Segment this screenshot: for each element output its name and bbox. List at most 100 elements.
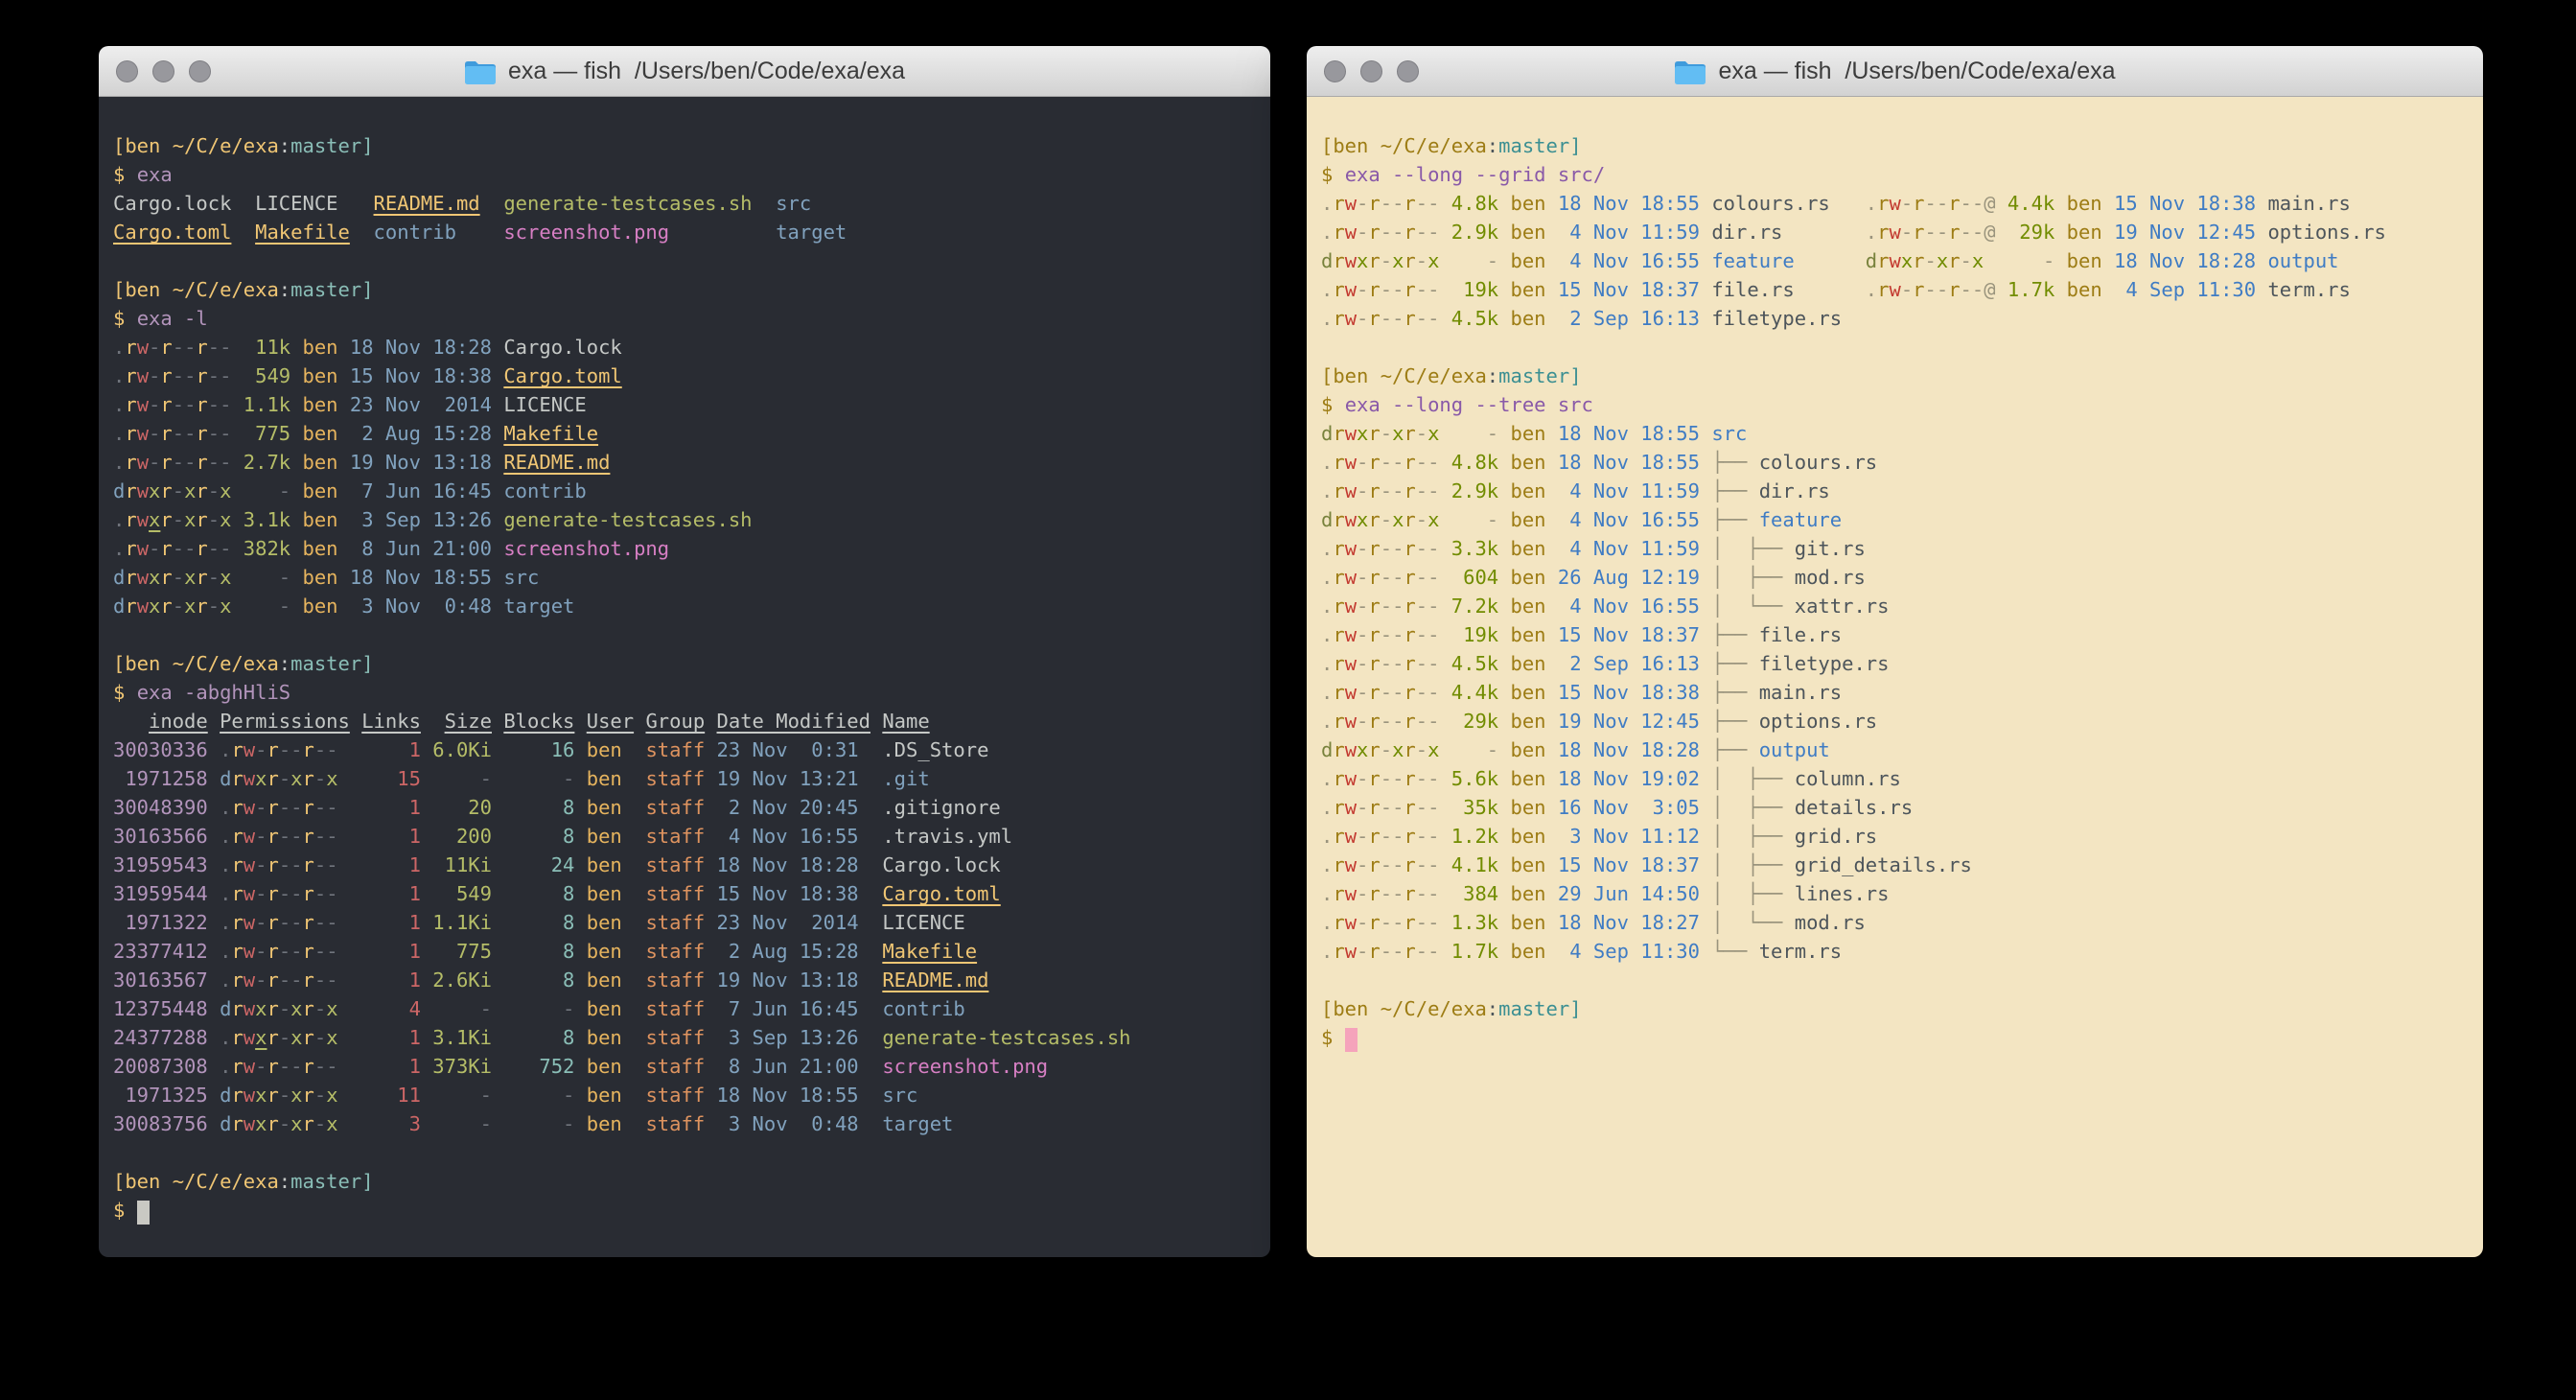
perm-char: - xyxy=(255,796,267,819)
perm-char: w xyxy=(137,336,149,359)
terminal-text xyxy=(705,796,716,819)
permission-bits: drwxr-xr-x xyxy=(1866,249,1984,272)
perm-char: - xyxy=(255,853,267,876)
terminal-text: 30030336 xyxy=(113,738,208,761)
perm-char: . xyxy=(113,508,125,531)
perm-char: - xyxy=(173,336,184,359)
zoom-button[interactable] xyxy=(189,60,211,82)
perm-char: r xyxy=(1368,652,1380,675)
perm-char: x xyxy=(290,997,302,1020)
terminal-text xyxy=(338,595,350,618)
terminal-text: 1 xyxy=(361,911,421,934)
perm-char: w xyxy=(1345,595,1357,618)
terminal-text: $ xyxy=(113,307,137,330)
terminal-text xyxy=(1700,249,1711,272)
terminal-text: │ └── xyxy=(1711,911,1794,934)
minimize-button[interactable] xyxy=(1360,60,1382,82)
perm-char: - xyxy=(1392,853,1404,876)
perm-char: r xyxy=(160,451,172,474)
perm-char: - xyxy=(279,911,290,934)
terminal-line: 30163566 .rw-r--r-- 1 200 8 ben staff 4 … xyxy=(113,822,1270,851)
terminal-text: ben xyxy=(2067,192,2102,215)
perm-char: - xyxy=(279,940,290,963)
terminal-text xyxy=(2054,192,2066,215)
terminal-text: ben xyxy=(1511,422,1546,445)
terminal-text xyxy=(1498,278,1510,301)
terminal-line: 12375448 drwxr-xr-x 4 - - ben staff 7 Ju… xyxy=(113,994,1270,1023)
terminal-text: staff xyxy=(645,853,705,876)
perm-char: w xyxy=(1345,221,1357,244)
perm-char: - xyxy=(1381,681,1392,704)
permission-bits: .rw-r--r-- xyxy=(1321,825,1439,848)
terminal-text xyxy=(622,1055,646,1078)
perm-char: r xyxy=(303,1112,314,1135)
terminal-line: 1971258 drwxr-xr-x 15 - - ben staff 19 N… xyxy=(113,764,1270,793)
terminal-text: 18 Nov 18:55 xyxy=(350,566,492,589)
terminal-text: ben xyxy=(1511,652,1546,675)
terminal-text xyxy=(622,767,646,790)
terminal-text: ben xyxy=(1511,537,1546,560)
terminal-text: 1.1Ki xyxy=(432,911,492,934)
terminal-text xyxy=(338,1112,362,1135)
terminal-text: 4 Nov 16:55 xyxy=(1558,249,1700,272)
terminal-text: │ ├── xyxy=(1711,537,1794,560)
perm-char: - xyxy=(326,968,337,992)
perm-char: r xyxy=(1333,623,1344,646)
terminal-text: 18 Nov 18:28 xyxy=(717,853,859,876)
perm-char: r xyxy=(303,1084,314,1107)
terminal-right[interactable]: [ben ~/C/e/exa:master]$ exa --long --gri… xyxy=(1307,97,2483,1257)
perm-char: - xyxy=(1381,652,1392,675)
perm-char: r xyxy=(1913,221,1924,244)
minimize-button[interactable] xyxy=(152,60,174,82)
terminal-line: [ben ~/C/e/exa:master] xyxy=(1321,131,2483,160)
perm-char: r xyxy=(231,825,243,848)
terminal-text: Cargo.lock xyxy=(113,192,231,215)
permission-bits: .rw-r--r-- xyxy=(113,537,231,560)
perm-char: - xyxy=(1357,192,1368,215)
perm-char: w xyxy=(1345,249,1357,272)
close-button[interactable] xyxy=(1324,60,1346,82)
terminal-text xyxy=(492,1055,503,1078)
perm-char: w xyxy=(137,566,149,589)
perm-char: r xyxy=(231,1055,243,1078)
perm-char: r xyxy=(1333,278,1344,301)
zoom-button[interactable] xyxy=(1397,60,1419,82)
terminal-line: .rw-r--r-- 1.1k ben 23 Nov 2014 LICENCE xyxy=(113,390,1270,419)
terminal-line: .rw-r--r-- 2.9k ben 4 Nov 11:59 dir.rs .… xyxy=(1321,218,2483,246)
terminal-text xyxy=(338,508,350,531)
terminal-text: 15 xyxy=(361,767,421,790)
terminal-text: ben xyxy=(587,825,622,848)
permission-bits: drwxr-xr-x xyxy=(113,479,231,502)
perm-char: x xyxy=(220,479,231,502)
terminal-text: : xyxy=(279,134,290,157)
terminal-text xyxy=(338,738,362,761)
terminal-text xyxy=(492,1112,503,1135)
perm-char: - xyxy=(1392,911,1404,934)
perm-char: r xyxy=(1404,278,1415,301)
terminal-text: 1971258 xyxy=(113,767,208,790)
terminal-text xyxy=(2054,249,2066,272)
titlebar[interactable]: exa — fish /Users/ben/Code/exa/exa xyxy=(99,46,1270,97)
terminal-text: 2.6Ki xyxy=(432,968,492,992)
perm-char: r xyxy=(1404,422,1415,445)
terminal-text xyxy=(622,1112,646,1135)
perm-char: x xyxy=(1427,508,1439,531)
terminal-text: [ben ~/C/e/exa xyxy=(113,652,279,675)
terminal-text xyxy=(338,451,350,474)
perm-char: r xyxy=(231,796,243,819)
perm-char: - xyxy=(1357,566,1368,589)
terminal-left[interactable]: [ben ~/C/e/exa:master]$ exaCargo.lock LI… xyxy=(99,97,1270,1257)
terminal-text xyxy=(1498,249,1510,272)
terminal-text: 12375448 xyxy=(113,997,208,1020)
terminal-text: ] xyxy=(361,1170,373,1193)
titlebar[interactable]: exa — fish /Users/ben/Code/exa/exa xyxy=(1307,46,2483,97)
perm-char: r xyxy=(1404,738,1415,761)
perm-char: r xyxy=(1368,738,1380,761)
perm-char: - xyxy=(1381,796,1392,819)
perm-char: - xyxy=(1357,681,1368,704)
terminal-text: ] xyxy=(361,278,373,301)
terminal-line: [ben ~/C/e/exa:master] xyxy=(1321,994,2483,1023)
terminal-text xyxy=(705,968,716,992)
close-button[interactable] xyxy=(116,60,138,82)
terminal-text xyxy=(421,1055,432,1078)
